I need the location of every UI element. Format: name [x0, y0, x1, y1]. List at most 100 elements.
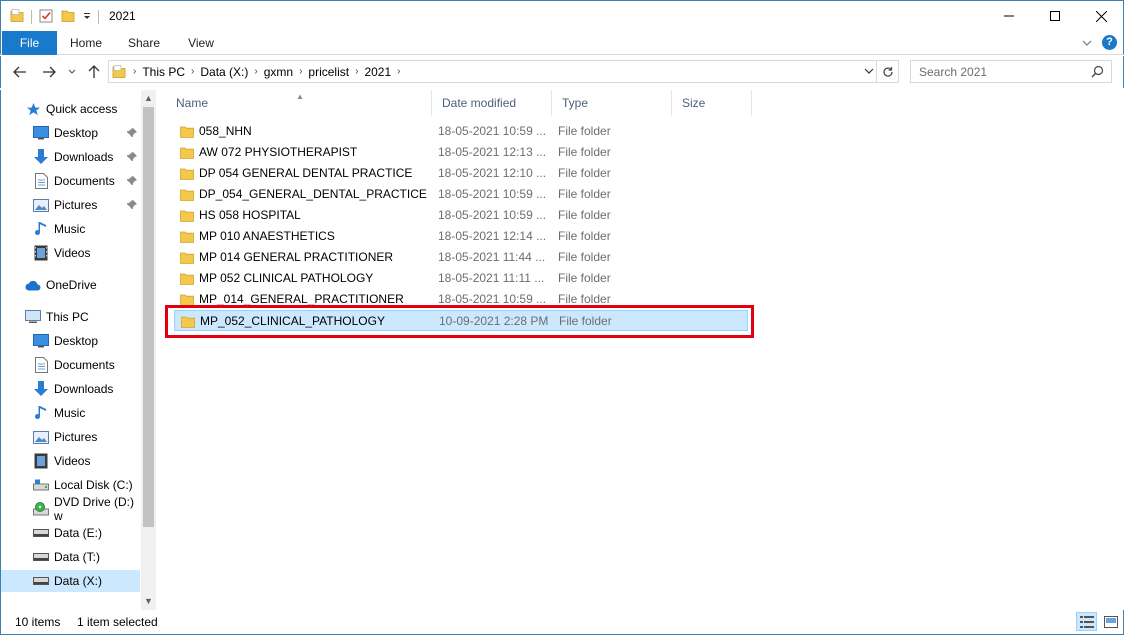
- properties-icon[interactable]: [38, 8, 54, 27]
- help-icon[interactable]: ?: [1102, 35, 1117, 50]
- column-header-type[interactable]: Type: [552, 90, 672, 116]
- column-header-date-modified[interactable]: Date modified: [432, 90, 552, 116]
- customize-dropdown-icon[interactable]: [82, 10, 92, 24]
- chevron-right-icon[interactable]: ›: [395, 66, 402, 77]
- computer-icon: [25, 309, 41, 325]
- chevron-down-icon: [68, 69, 76, 74]
- sidebar-item-downloads[interactable]: Downloads: [1, 146, 140, 168]
- file-type: File folder: [558, 145, 611, 159]
- breadcrumb-gxmn[interactable]: gxmn: [260, 65, 297, 79]
- sidebar-item-label: Data (E:): [54, 526, 103, 540]
- sidebar-item-pictures[interactable]: Pictures: [1, 426, 140, 448]
- star-icon: [25, 101, 41, 117]
- chevron-right-icon[interactable]: ›: [252, 66, 259, 77]
- sidebar-item-documents[interactable]: Documents: [1, 170, 140, 192]
- sidebar-item-videos[interactable]: Videos: [1, 242, 140, 264]
- music-icon: [33, 405, 49, 421]
- search-icon[interactable]: [1091, 65, 1104, 81]
- pin-icon[interactable]: [127, 127, 137, 141]
- tab-share[interactable]: Share: [121, 31, 167, 55]
- new-folder-icon[interactable]: [60, 8, 76, 27]
- table-row[interactable]: HS 058 HOSPITAL 18-05-2021 10:59 ... Fil…: [174, 205, 748, 226]
- scrollbar-thumb[interactable]: [143, 107, 154, 527]
- breadcrumb-2021[interactable]: 2021: [360, 65, 395, 79]
- sidebar-item-quick-access[interactable]: Quick access: [1, 98, 140, 120]
- address-bar[interactable]: › This PC › Data (X:) › gxmn › pricelist…: [108, 60, 899, 83]
- sidebar-item-local-disk-c[interactable]: Local Disk (C:): [1, 474, 140, 496]
- sidebar-item-music[interactable]: Music: [1, 402, 140, 424]
- table-row[interactable]: MP 010 ANAESTHETICS 18-05-2021 12:14 ...…: [174, 226, 748, 247]
- recent-locations-button[interactable]: [65, 64, 79, 80]
- sidebar-item-data-x[interactable]: Data (X:): [1, 570, 140, 592]
- maximize-icon: [1050, 11, 1060, 21]
- details-view-button[interactable]: [1076, 612, 1097, 631]
- scroll-up-arrow-icon[interactable]: ▲: [144, 93, 153, 103]
- download-icon: [33, 381, 49, 397]
- tab-view[interactable]: View: [178, 31, 224, 55]
- breadcrumb-data-x[interactable]: Data (X:): [196, 65, 252, 79]
- search-input[interactable]: [919, 64, 1089, 79]
- sidebar-item-dvd-drive-d[interactable]: DVD Drive (D:) w: [1, 495, 140, 523]
- sidebar-item-downloads[interactable]: Downloads: [1, 378, 140, 400]
- table-row[interactable]: AW 072 PHYSIOTHERAPIST 18-05-2021 12:13 …: [174, 142, 748, 163]
- sidebar-scrollbar[interactable]: ▲ ▼: [141, 90, 156, 610]
- search-box[interactable]: [910, 60, 1112, 83]
- maximize-button[interactable]: [1032, 1, 1078, 31]
- sidebar-item-this-pc[interactable]: This PC: [1, 306, 140, 328]
- sidebar-item-documents[interactable]: Documents: [1, 354, 140, 376]
- minimize-button[interactable]: [986, 1, 1032, 31]
- folder-icon: [180, 210, 194, 222]
- refresh-icon: [882, 66, 893, 77]
- sidebar-item-data-e[interactable]: Data (E:): [1, 522, 140, 544]
- back-button[interactable]: [11, 64, 29, 80]
- expand-ribbon-icon[interactable]: [1082, 36, 1092, 50]
- table-row[interactable]: MP 052 CLINICAL PATHOLOGY 18-05-2021 11:…: [174, 268, 748, 289]
- close-button[interactable]: [1078, 1, 1124, 31]
- sidebar-item-data-t[interactable]: Data (T:): [1, 546, 140, 568]
- column-header-name[interactable]: Name ▲: [166, 90, 432, 116]
- pin-icon[interactable]: [127, 151, 137, 165]
- sidebar-item-videos[interactable]: Videos: [1, 450, 140, 472]
- refresh-button[interactable]: [876, 61, 898, 82]
- back-arrow-icon: [13, 66, 26, 78]
- file-name: DP_054_GENERAL_DENTAL_PRACTICE: [199, 187, 427, 201]
- sidebar-item-pictures[interactable]: Pictures: [1, 194, 140, 216]
- up-button[interactable]: [85, 64, 103, 80]
- details-view-icon: [1079, 615, 1094, 628]
- chevron-right-icon[interactable]: ›: [189, 66, 196, 77]
- documents-icon: [33, 173, 49, 189]
- pin-icon[interactable]: [127, 175, 137, 189]
- sidebar-item-music[interactable]: Music: [1, 218, 140, 240]
- sidebar-item-desktop[interactable]: Desktop: [1, 122, 140, 144]
- table-row[interactable]: DP 054 GENERAL DENTAL PRACTICE 18-05-202…: [174, 163, 748, 184]
- chevron-right-icon[interactable]: ›: [297, 66, 304, 77]
- table-row-selected[interactable]: MP_052_CLINICAL_PATHOLOGY 10-09-2021 2:2…: [174, 310, 748, 331]
- address-history-dropdown[interactable]: [864, 64, 874, 78]
- forward-button[interactable]: [40, 64, 58, 80]
- table-row[interactable]: DP_054_GENERAL_DENTAL_PRACTICE 18-05-202…: [174, 184, 748, 205]
- sidebar-item-desktop[interactable]: Desktop: [1, 330, 140, 352]
- table-row[interactable]: MP 014 GENERAL PRACTITIONER 18-05-2021 1…: [174, 247, 748, 268]
- tab-file[interactable]: File: [2, 31, 57, 55]
- drive-icon: [33, 549, 49, 565]
- chevron-right-icon[interactable]: ›: [131, 66, 138, 77]
- table-row[interactable]: MP_014_GENERAL_PRACTITIONER 18-05-2021 1…: [174, 289, 748, 310]
- folder-icon: [180, 189, 194, 201]
- sidebar-item-onedrive[interactable]: OneDrive: [1, 274, 140, 296]
- column-header-size[interactable]: Size: [672, 90, 752, 116]
- sidebar-item-label: This PC: [46, 310, 89, 324]
- breadcrumb-this-pc[interactable]: This PC: [138, 65, 189, 79]
- desktop-icon: [33, 333, 49, 349]
- table-row[interactable]: 058_NHN 18-05-2021 10:59 ... File folder: [174, 121, 748, 142]
- desktop-icon: [33, 125, 49, 141]
- breadcrumb-pricelist[interactable]: pricelist: [304, 65, 353, 79]
- sidebar-item-label: Documents: [54, 174, 115, 188]
- videos-icon: [33, 245, 49, 261]
- folder-icon[interactable]: [9, 8, 25, 27]
- tab-home[interactable]: Home: [63, 31, 109, 55]
- large-icons-view-button[interactable]: [1100, 612, 1121, 631]
- pin-icon[interactable]: [127, 199, 137, 213]
- scroll-down-arrow-icon[interactable]: ▼: [144, 596, 153, 606]
- chevron-right-icon[interactable]: ›: [353, 66, 360, 77]
- sidebar-item-label: Videos: [54, 454, 91, 468]
